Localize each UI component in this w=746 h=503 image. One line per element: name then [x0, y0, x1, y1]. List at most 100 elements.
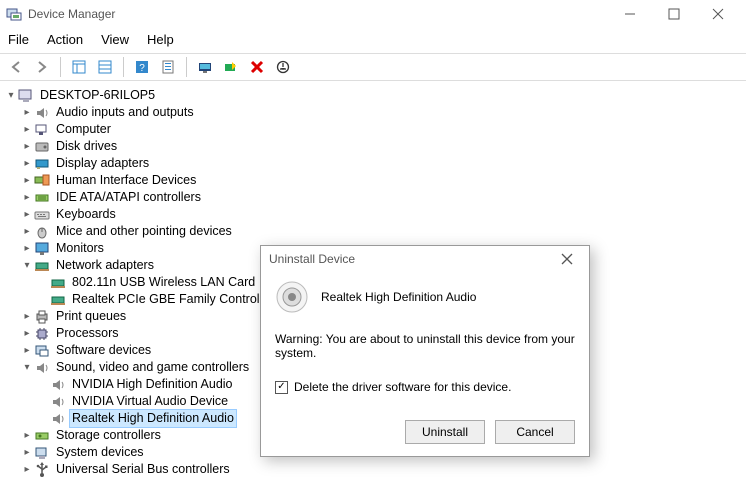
svg-text:?: ?: [139, 63, 145, 74]
speaker-icon: [50, 377, 66, 393]
tree-mice[interactable]: Mice and other pointing devices: [4, 223, 742, 240]
back-button[interactable]: [4, 56, 28, 78]
expand-icon[interactable]: [20, 325, 34, 342]
dialog-device-name: Realtek High Definition Audio: [321, 290, 476, 304]
expand-icon[interactable]: [20, 444, 34, 461]
tree-item-label: Network adapters: [54, 257, 156, 274]
expand-icon[interactable]: [20, 427, 34, 444]
tree-disk[interactable]: Disk drives: [4, 138, 742, 155]
tree-item-label: Processors: [54, 325, 121, 342]
tree-item-label: System devices: [54, 444, 146, 461]
tree-item-label: Display adapters: [54, 155, 151, 172]
keyboard-icon: [34, 207, 50, 223]
network-icon: [34, 258, 50, 274]
tree-keyboards[interactable]: Keyboards: [4, 206, 742, 223]
tree-item-label: Software devices: [54, 342, 153, 359]
show-hide-tree-button[interactable]: [67, 56, 91, 78]
uninstall-button-toolbar[interactable]: [245, 56, 269, 78]
window-title: Device Manager: [28, 7, 115, 21]
dialog-close-button[interactable]: [561, 253, 581, 265]
expand-icon[interactable]: [20, 206, 34, 223]
disable-button[interactable]: [271, 56, 295, 78]
expand-icon[interactable]: [20, 138, 34, 155]
tree-usb[interactable]: Universal Serial Bus controllers: [4, 461, 742, 478]
tree-item-label: Realtek PCIe GBE Family Controller: [70, 291, 275, 308]
expand-icon[interactable]: [4, 87, 18, 104]
monitor-icon: [34, 241, 50, 257]
storage-icon: [34, 428, 50, 444]
software-icon: [34, 343, 50, 359]
update-driver-button[interactable]: [193, 56, 217, 78]
tree-item-label: NVIDIA Virtual Audio Device: [70, 393, 230, 410]
tree-item-label: Sound, video and game controllers: [54, 359, 251, 376]
display-adapter-icon: [34, 156, 50, 172]
tree-item-label: 802.11n USB Wireless LAN Card: [70, 274, 257, 291]
maximize-button[interactable]: [652, 0, 696, 28]
network-adapter-icon: [50, 292, 66, 308]
tree-item-label: Keyboards: [54, 206, 118, 223]
forward-button[interactable]: [30, 56, 54, 78]
scan-hardware-button[interactable]: [219, 56, 243, 78]
properties-list-button[interactable]: [93, 56, 117, 78]
menu-action[interactable]: Action: [47, 32, 83, 47]
pc-icon: [34, 122, 50, 138]
tree-item-label: Realtek High Definition Audio: [70, 410, 236, 427]
uninstall-button[interactable]: Uninstall: [405, 420, 485, 444]
tree-item-label: Human Interface Devices: [54, 172, 198, 189]
expand-icon[interactable]: [20, 308, 34, 325]
close-button[interactable]: [696, 0, 740, 28]
menu-file[interactable]: File: [8, 32, 29, 47]
computer-icon: [18, 88, 34, 104]
disk-icon: [34, 139, 50, 155]
titlebar: Device Manager: [0, 0, 746, 28]
expand-icon[interactable]: [20, 342, 34, 359]
expand-icon[interactable]: [20, 257, 34, 274]
uninstall-device-dialog: Uninstall Device Realtek High Definition…: [260, 245, 590, 457]
tree-item-label: Monitors: [54, 240, 106, 257]
device-manager-icon: [6, 6, 22, 22]
tree-item-label: Audio inputs and outputs: [54, 104, 196, 121]
printer-icon: [34, 309, 50, 325]
menu-help[interactable]: Help: [147, 32, 174, 47]
cancel-button[interactable]: Cancel: [495, 420, 575, 444]
expand-icon[interactable]: [20, 189, 34, 206]
dialog-titlebar: Uninstall Device: [261, 246, 589, 272]
checkbox-icon[interactable]: ✓: [275, 381, 288, 394]
help-button[interactable]: ?: [130, 56, 154, 78]
properties-button[interactable]: [156, 56, 180, 78]
minimize-button[interactable]: [608, 0, 652, 28]
speaker-icon: [34, 360, 50, 376]
usb-icon: [34, 462, 50, 478]
expand-icon[interactable]: [20, 240, 34, 257]
cpu-icon: [34, 326, 50, 342]
menu-view[interactable]: View: [101, 32, 129, 47]
tree-item-label: Computer: [54, 121, 113, 138]
expand-icon[interactable]: [20, 359, 34, 376]
tree-item-label: Universal Serial Bus controllers: [54, 461, 232, 478]
tree-root-label: DESKTOP-6RILOP5: [38, 87, 157, 104]
network-adapter-icon: [50, 275, 66, 291]
tree-item-label: Disk drives: [54, 138, 119, 155]
tree-computer[interactable]: Computer: [4, 121, 742, 138]
speaker-icon: [50, 394, 66, 410]
system-icon: [34, 445, 50, 461]
speaker-icon: [275, 280, 309, 314]
delete-driver-checkbox-row[interactable]: ✓ Delete the driver software for this de…: [275, 380, 575, 394]
expand-icon[interactable]: [20, 172, 34, 189]
tree-audio-io[interactable]: Audio inputs and outputs: [4, 104, 742, 121]
expand-icon[interactable]: [20, 121, 34, 138]
tree-display[interactable]: Display adapters: [4, 155, 742, 172]
tree-item-label: Storage controllers: [54, 427, 163, 444]
ide-icon: [34, 190, 50, 206]
expand-icon[interactable]: [20, 223, 34, 240]
mouse-icon: [34, 224, 50, 240]
expand-icon[interactable]: [20, 104, 34, 121]
expand-icon[interactable]: [20, 155, 34, 172]
toolbar: ?: [0, 53, 746, 81]
speaker-icon: [34, 105, 50, 121]
tree-ide[interactable]: IDE ATA/ATAPI controllers: [4, 189, 742, 206]
tree-hid[interactable]: Human Interface Devices: [4, 172, 742, 189]
tree-root[interactable]: DESKTOP-6RILOP5: [4, 87, 742, 104]
expand-icon[interactable]: [20, 461, 34, 478]
tree-item-label: Print queues: [54, 308, 128, 325]
